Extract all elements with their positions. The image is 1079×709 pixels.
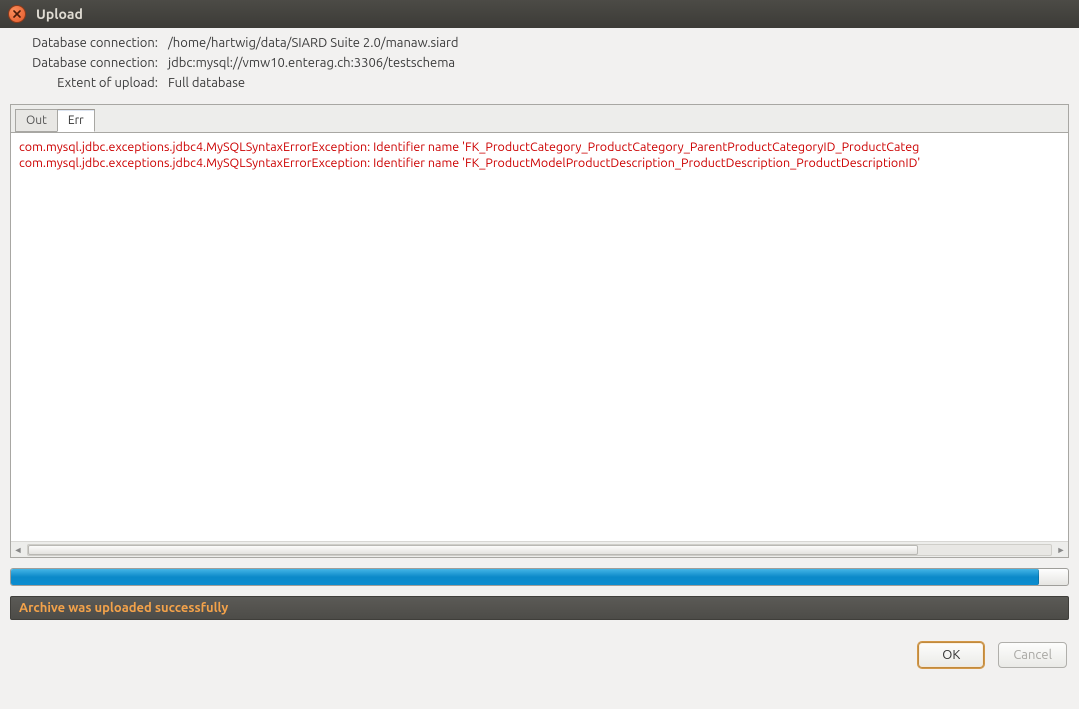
status-bar: Archive was uploaded successfully [10,596,1069,620]
tab-strip: Out Err [11,105,1068,132]
close-icon [13,10,21,18]
close-button[interactable] [8,5,26,23]
scroll-left-icon[interactable]: ◄ [11,543,25,557]
progress-container [10,568,1069,586]
cancel-button: Cancel [998,642,1067,668]
scroll-thumb[interactable] [28,545,918,555]
scroll-right-icon[interactable]: ► [1054,543,1068,557]
label-connection-2: Database connection: [10,56,158,70]
label-extent: Extent of upload: [10,76,158,90]
value-connection-1: /home/hartwig/data/SIARD Suite 2.0/manaw… [168,36,1069,50]
log-panel: Out Err com.mysql.jdbc.exceptions.jdbc4.… [10,104,1069,558]
label-connection-1: Database connection: [10,36,158,50]
log-line: com.mysql.jdbc.exceptions.jdbc4.MySQLSyn… [19,155,1060,171]
tab-err[interactable]: Err [57,109,95,132]
ok-button[interactable]: OK [918,642,984,668]
scroll-track[interactable] [27,544,1052,556]
progress-fill [11,569,1039,585]
window-title: Upload [36,6,83,22]
value-connection-2: jdbc:mysql://vmw10.enterag.ch:3306/tests… [168,56,1069,70]
info-grid: Database connection: /home/hartwig/data/… [10,36,1069,90]
value-extent: Full database [168,76,1069,90]
dialog-content: Database connection: /home/hartwig/data/… [0,28,1079,678]
log-line: com.mysql.jdbc.exceptions.jdbc4.MySQLSyn… [19,139,1060,155]
title-bar: Upload [0,0,1079,28]
tab-out[interactable]: Out [15,109,58,132]
log-area-wrap: com.mysql.jdbc.exceptions.jdbc4.MySQLSyn… [11,132,1068,557]
progress-bar [10,568,1069,586]
button-row: OK Cancel [10,642,1069,668]
horizontal-scrollbar[interactable]: ◄ ► [11,541,1068,557]
log-area[interactable]: com.mysql.jdbc.exceptions.jdbc4.MySQLSyn… [11,133,1068,541]
